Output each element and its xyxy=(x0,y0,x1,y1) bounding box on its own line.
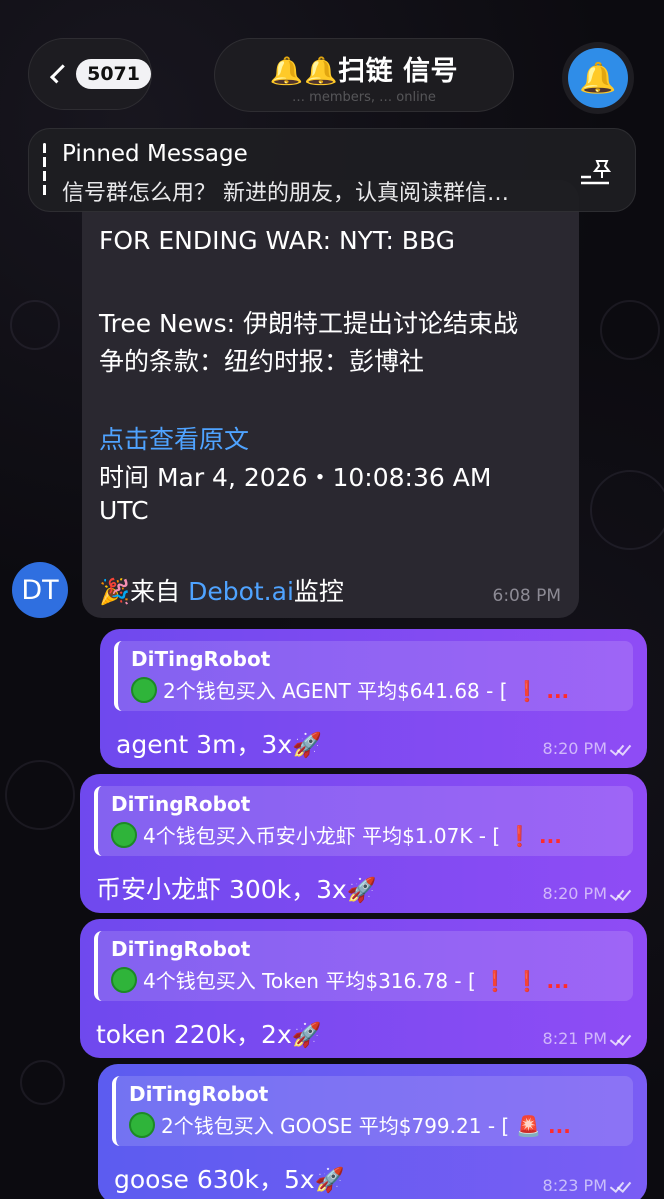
reply-sender: DiTingRobot xyxy=(131,647,271,671)
message-text-line: FOR ENDING WAR: NYT: BBG xyxy=(99,226,456,255)
outgoing-message-bubble[interactable]: DiTingRobot 2个钱包买入 AGENT 平均$641.68 - [ ❗… xyxy=(100,629,647,768)
rocket-icon: 🚀 xyxy=(314,1166,345,1194)
read-ticks-icon xyxy=(611,742,633,754)
green-circle-icon xyxy=(111,822,137,848)
group-avatar[interactable]: 🔔 xyxy=(562,42,634,114)
green-circle-icon xyxy=(129,1112,155,1138)
message-text-line: Tree News: 伊朗特工提出讨论结束战 xyxy=(99,309,518,338)
message-source-line: 🎉来自 Debot.ai监控 xyxy=(99,572,344,608)
background-doodle xyxy=(10,300,60,350)
reply-quote[interactable]: DiTingRobot 2个钱包买入 AGENT 平均$641.68 - [ ❗… xyxy=(114,641,633,711)
reply-text: 2个钱包买入 AGENT 平均$641.68 - [ ❗ ... xyxy=(131,675,633,704)
message-time: 8:20 PM xyxy=(543,739,633,758)
chat-title: 🔔🔔扫链 信号 xyxy=(269,56,459,87)
message-body: goose 630k，5x🚀 xyxy=(114,1165,345,1194)
message-time: 8:23 PM xyxy=(543,1176,633,1195)
rocket-icon: 🚀 xyxy=(346,876,377,904)
pin-list-icon[interactable] xyxy=(579,157,613,187)
read-ticks-icon xyxy=(611,1032,633,1044)
read-ticks-icon xyxy=(611,1179,633,1191)
news-message-bubble[interactable]: FOR ENDING WAR: NYT: BBG Tree News: 伊朗特工… xyxy=(82,180,579,618)
background-doodle xyxy=(5,760,75,830)
green-circle-icon xyxy=(131,677,157,703)
message-time-text: UTC xyxy=(99,496,149,525)
view-original-link[interactable]: 点击查看原文 xyxy=(99,420,249,456)
sender-avatar[interactable]: DT xyxy=(12,562,68,618)
source-suffix: 监控 xyxy=(293,577,344,606)
chat-subtitle: … members, … online xyxy=(292,90,436,105)
reply-text: 4个钱包买入 Token 平均$316.78 - [ ❗ ❗ ... xyxy=(111,965,633,994)
message-body: token 220k，2x🚀 xyxy=(96,1020,322,1049)
debot-link[interactable]: Debot.ai xyxy=(188,577,294,606)
unread-count-badge: 5071 xyxy=(76,59,151,89)
background-doodle xyxy=(590,470,664,550)
message-time-text: 时间 Mar 4, 2026・10:08:36 AM xyxy=(99,463,492,492)
message-body: agent 3m，3x🚀 xyxy=(116,730,323,759)
reply-quote[interactable]: DiTingRobot 4个钱包买入 Token 平均$316.78 - [ ❗… xyxy=(94,931,633,1001)
message-timestamp: 6:08 PM xyxy=(492,586,562,606)
bell-icon: 🔔 xyxy=(568,48,628,108)
pinned-message-bar[interactable]: Pinned Message 信号群怎么用？ 新进的朋友，认真阅读群信… xyxy=(28,128,636,212)
background-doodle xyxy=(20,1060,65,1105)
pinned-text: 信号群怎么用？ 新进的朋友，认真阅读群信… xyxy=(62,181,509,206)
reply-text: 4个钱包买入币安小龙虾 平均$1.07K - [ ❗ ... xyxy=(111,820,633,849)
message-body: 币安小龙虾 300k，3x🚀 xyxy=(96,875,377,904)
outgoing-message-bubble[interactable]: DiTingRobot 2个钱包买入 GOOSE 平均$799.21 - [ 🚨… xyxy=(98,1064,647,1199)
chat-title-button[interactable]: 🔔🔔扫链 信号 … members, … online xyxy=(214,38,514,112)
outgoing-message-bubble[interactable]: DiTingRobot 4个钱包买入 Token 平均$316.78 - [ ❗… xyxy=(80,919,647,1058)
message-text-line: 争的条款：纽约时报：彭博社 xyxy=(99,347,425,376)
green-circle-icon xyxy=(111,967,137,993)
reply-quote[interactable]: DiTingRobot 2个钱包买入 GOOSE 平均$799.21 - [ 🚨… xyxy=(112,1076,633,1146)
background-doodle xyxy=(600,300,660,360)
reply-quote[interactable]: DiTingRobot 4个钱包买入币安小龙虾 平均$1.07K - [ ❗ .… xyxy=(94,786,633,856)
reply-text: 2个钱包买入 GOOSE 平均$799.21 - [ 🚨 ... xyxy=(129,1110,633,1139)
reply-sender: DiTingRobot xyxy=(111,937,251,961)
rocket-icon: 🚀 xyxy=(292,731,323,759)
rocket-icon: 🚀 xyxy=(291,1021,322,1049)
outgoing-message-bubble[interactable]: DiTingRobot 4个钱包买入币安小龙虾 平均$1.07K - [ ❗ .… xyxy=(80,774,647,913)
read-ticks-icon xyxy=(611,887,633,899)
source-prefix: 🎉来自 xyxy=(99,577,189,606)
reply-sender: DiTingRobot xyxy=(111,792,251,816)
pinned-label: Pinned Message xyxy=(62,141,248,167)
reply-sender: DiTingRobot xyxy=(129,1082,269,1106)
message-time: 8:20 PM xyxy=(543,884,633,903)
pinned-indicator xyxy=(43,143,46,199)
message-time: 8:21 PM xyxy=(543,1029,633,1048)
chevron-left-icon xyxy=(49,64,70,84)
back-button[interactable]: 5071 xyxy=(28,38,152,110)
